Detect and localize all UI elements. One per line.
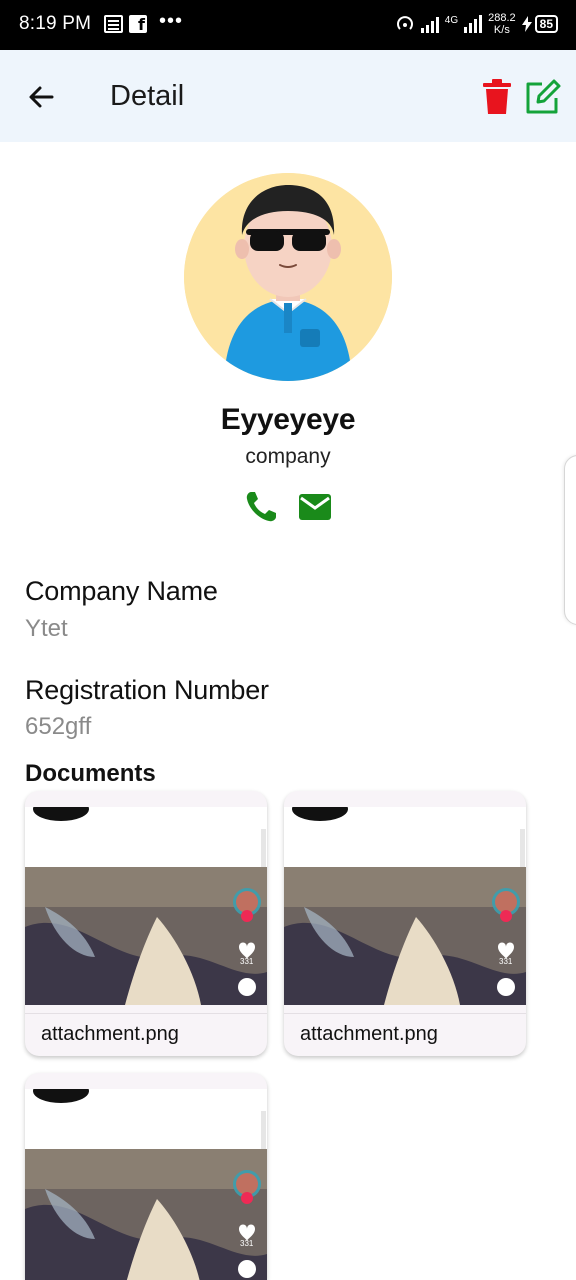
registration-number-label: Registration Number xyxy=(25,675,269,705)
document-name: attachment.png xyxy=(300,1023,438,1045)
network-speed: 288.2 K/s xyxy=(488,12,516,36)
more-dots-icon: ••• xyxy=(159,9,184,32)
document-thumbnail xyxy=(25,1089,267,1280)
company-name-label: Company Name xyxy=(25,576,218,606)
thumbnail-image xyxy=(284,807,526,1005)
hotspot-icon xyxy=(396,16,413,30)
news-icon xyxy=(104,15,123,33)
signal-icon xyxy=(420,15,439,33)
battery-level: 85 xyxy=(534,15,558,33)
facebook-icon: f xyxy=(129,15,147,34)
divider xyxy=(25,1013,267,1014)
page-title: Detail xyxy=(110,80,185,112)
app-bar: Detail xyxy=(0,50,576,142)
status-left-icons: f ••• xyxy=(104,10,183,34)
like-count: 331 xyxy=(499,957,513,966)
document-thumbnail xyxy=(25,807,267,1005)
avatar-illustration xyxy=(184,173,392,381)
company-name-value: Ytet xyxy=(25,615,68,642)
thumbnail-image xyxy=(25,807,267,1005)
document-name: attachment.png xyxy=(41,1023,179,1045)
network-type: 4G xyxy=(444,15,459,26)
side-drawer-handle[interactable] xyxy=(564,455,576,625)
profile-name: Eyyeyeye xyxy=(220,403,356,436)
charging-icon xyxy=(521,16,532,32)
mail-icon[interactable] xyxy=(297,491,333,523)
avatar xyxy=(184,173,392,381)
document-card[interactable]: attachment.png xyxy=(25,791,267,1056)
arrow-back-icon[interactable] xyxy=(22,78,62,118)
divider xyxy=(284,1013,526,1014)
registration-number-value: 652gff xyxy=(25,713,92,740)
document-card[interactable]: attachment.png xyxy=(284,791,526,1056)
speed-unit: K/s xyxy=(493,24,510,36)
signal-icon-2 xyxy=(464,15,483,33)
document-thumbnail xyxy=(284,807,526,1005)
trash-icon[interactable] xyxy=(480,78,514,116)
edit-icon[interactable] xyxy=(522,78,562,116)
like-count: 331 xyxy=(240,1239,254,1248)
thumbnail-image xyxy=(25,1089,267,1280)
profile-type: company xyxy=(245,445,331,468)
like-count: 331 xyxy=(240,957,254,966)
status-time: 8:19 PM xyxy=(19,13,92,34)
status-bar: 8:19 PM f ••• 4G 288.2 K/s 85 xyxy=(0,0,576,50)
speed-value: 288.2 xyxy=(488,12,516,24)
battery: 85 xyxy=(521,15,558,33)
documents-title: Documents xyxy=(25,760,156,787)
phone-icon[interactable] xyxy=(243,489,279,525)
document-card[interactable] xyxy=(25,1073,267,1280)
status-right-icons: 4G 288.2 K/s 85 xyxy=(395,12,558,36)
